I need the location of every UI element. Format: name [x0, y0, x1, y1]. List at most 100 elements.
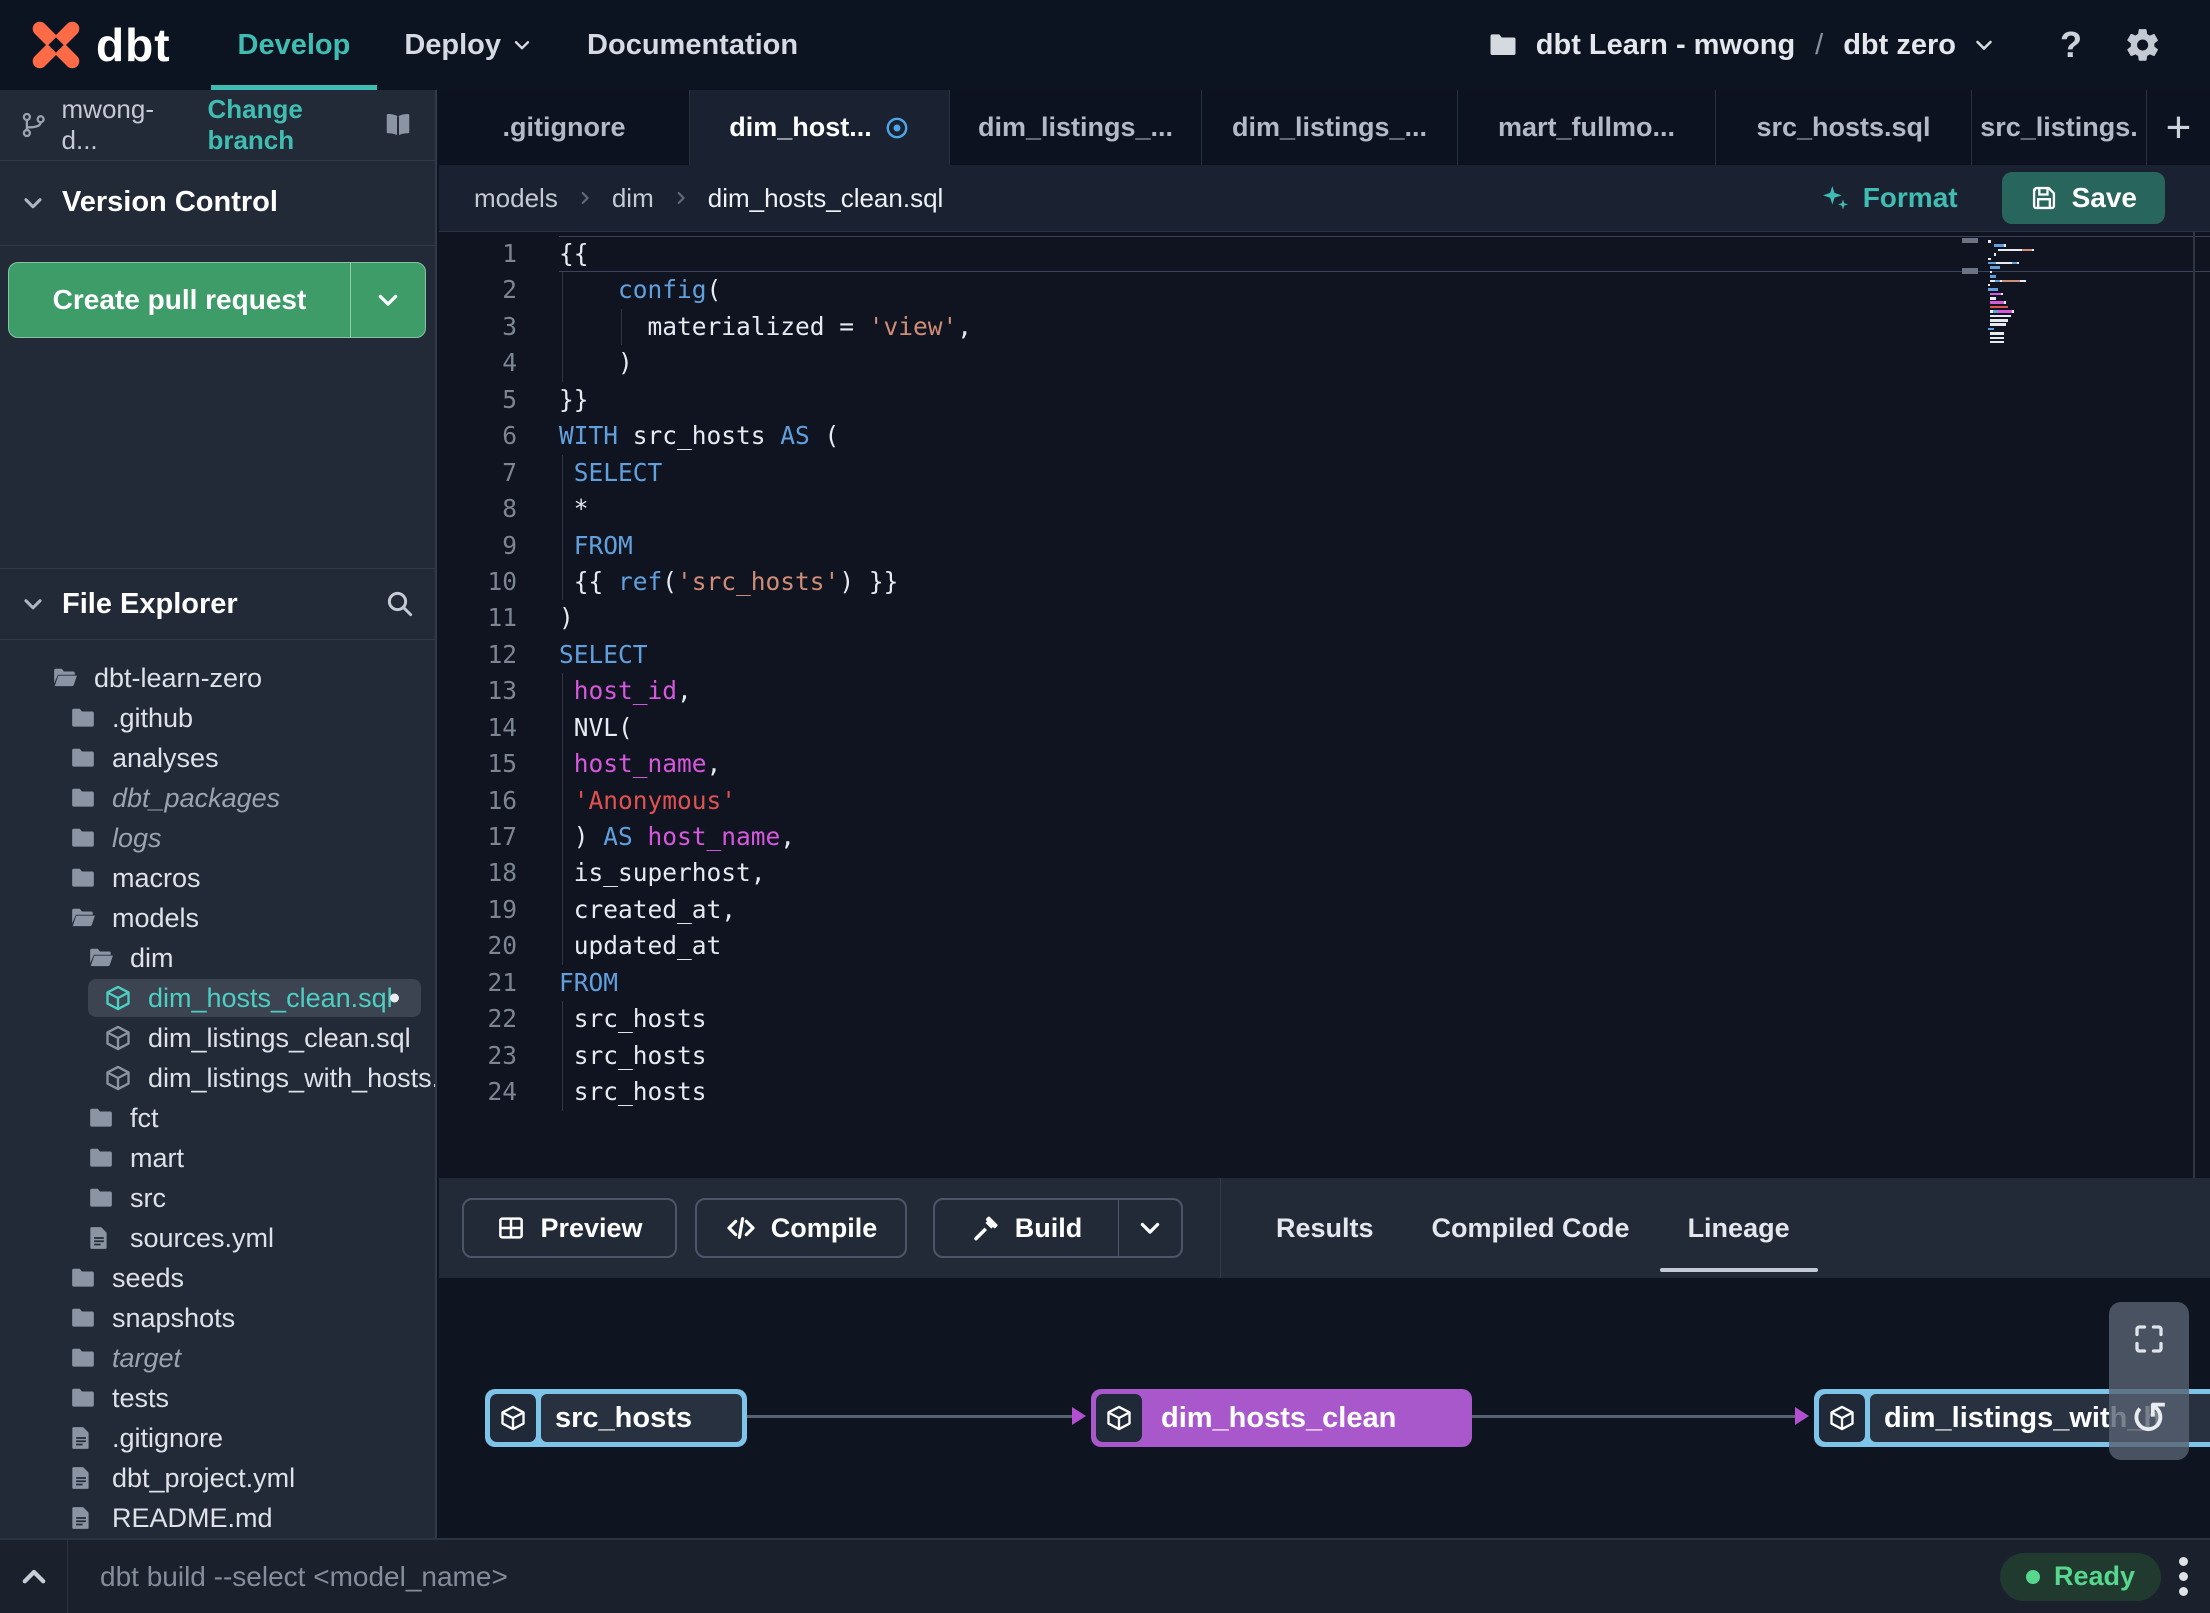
editor-tab-dim-listings[interactable]: dim_listings_... — [950, 90, 1202, 165]
refresh-icon[interactable]: ↺ — [2130, 1395, 2169, 1441]
nav-documentation[interactable]: Documentation — [560, 0, 825, 90]
tree-item-dim-listings-clean-sql[interactable]: dim_listings_clean.sql — [0, 1018, 435, 1058]
build-dropdown[interactable] — [1119, 1200, 1181, 1256]
tree-item-src[interactable]: src — [0, 1178, 435, 1218]
code-line[interactable]: materialized = 'view', — [559, 308, 2210, 346]
new-tab-button[interactable]: + — [2147, 90, 2210, 165]
code-line[interactable]: WITH src_hosts AS ( — [559, 418, 2210, 454]
chevron-down-icon[interactable] — [1972, 33, 1996, 57]
panel-tab-results[interactable]: Results — [1248, 1178, 1402, 1278]
preview-button[interactable]: Preview — [462, 1198, 677, 1258]
code-line[interactable]: * — [559, 491, 2210, 528]
fullscreen-icon[interactable] — [2131, 1321, 2167, 1357]
tree-item-analyses[interactable]: analyses — [0, 738, 435, 778]
file-explorer-header[interactable]: File Explorer — [0, 568, 435, 640]
tree-item-mart[interactable]: mart — [0, 1138, 435, 1178]
lineage-node-dim-hosts-clean[interactable]: dim_hosts_clean — [1091, 1389, 1472, 1447]
tree-item-target[interactable]: target — [0, 1338, 435, 1378]
create-pull-request-dropdown[interactable] — [351, 263, 425, 337]
help-button[interactable]: ? — [2060, 24, 2082, 66]
folder-icon — [68, 785, 98, 811]
code-line[interactable]: }} — [559, 382, 2210, 418]
tree-item-dim-hosts-clean-sql[interactable]: dim_hosts_clean.sql — [0, 978, 435, 1018]
settings-gear-icon[interactable] — [2124, 26, 2162, 64]
panel-tab-compiled-code[interactable]: Compiled Code — [1404, 1178, 1658, 1278]
file-explorer-title: File Explorer — [62, 587, 238, 620]
lineage-graph[interactable]: dim_listings_with_h dim_hosts_clean src_ho… — [439, 1278, 2210, 1538]
code-line[interactable]: host_id, — [559, 673, 2210, 710]
tree-item-dim[interactable]: dim — [0, 938, 435, 978]
editor-tab-src-listings[interactable]: src_listings. — [1972, 90, 2147, 165]
tree-item-github[interactable]: .github — [0, 698, 435, 738]
build-button[interactable]: Build — [935, 1200, 1119, 1256]
account-name[interactable]: dbt Learn - mwong — [1536, 29, 1795, 62]
search-icon[interactable] — [385, 589, 415, 619]
tree-item-dbt-project-yml[interactable]: dbt_project.yml — [0, 1458, 435, 1498]
change-branch-link[interactable]: Change branch — [207, 94, 381, 156]
tree-item-models[interactable]: models — [0, 898, 435, 938]
nav-deploy[interactable]: Deploy — [377, 0, 560, 90]
compile-button[interactable]: Compile — [695, 1198, 907, 1258]
tree-item-dim-listings-with-hosts[interactable]: dim_listings_with_hosts... — [0, 1058, 435, 1098]
docs-book-icon[interactable] — [381, 110, 415, 140]
breadcrumb-segment[interactable]: dim_hosts_clean.sql — [708, 183, 944, 214]
save-button[interactable]: Save — [2001, 172, 2165, 224]
code-line[interactable]: 'Anonymous' — [559, 782, 2210, 819]
code-line[interactable]: host_name, — [559, 746, 2210, 783]
version-control-header[interactable]: Version Control — [0, 160, 435, 246]
code-line[interactable]: src_hosts — [559, 1001, 2210, 1038]
kebab-menu-icon[interactable] — [2179, 1557, 2188, 1596]
tree-item-seeds[interactable]: seeds — [0, 1258, 435, 1298]
tree-item-logs[interactable]: logs — [0, 818, 435, 858]
format-button[interactable]: Format — [1819, 182, 1958, 214]
nav-develop[interactable]: Develop — [210, 0, 378, 90]
code-line[interactable]: is_superhost, — [559, 855, 2210, 892]
code-lines[interactable]: {{ config( materialized = 'view', )}} WIT… — [517, 236, 2210, 1178]
dbt-logo[interactable]: dbt — [30, 18, 171, 72]
create-pull-request-button[interactable]: Create pull request — [9, 263, 351, 337]
code-line[interactable]: SELECT — [559, 454, 2210, 492]
editor-scrollbar[interactable] — [2193, 232, 2195, 1178]
line-number: 12 — [487, 639, 517, 669]
tree-item-dbt-learn-zero[interactable]: dbt-learn-zero — [0, 658, 435, 698]
code-line[interactable]: NVL( — [559, 709, 2210, 747]
tree-item-dbt-packages[interactable]: dbt_packages — [0, 778, 435, 818]
code-line[interactable]: src_hosts — [559, 1074, 2210, 1111]
command-input[interactable]: dbt build --select <model_name> — [100, 1561, 508, 1593]
tree-item-macros[interactable]: macros — [0, 858, 435, 898]
code-line[interactable]: ) — [559, 345, 2210, 382]
breadcrumb-segment[interactable]: models — [474, 183, 558, 214]
tree-item-tests[interactable]: tests — [0, 1378, 435, 1418]
editor-tab-mart-fullmo[interactable]: mart_fullmo... — [1458, 90, 1716, 165]
editor-tab-src-hosts-sql[interactable]: src_hosts.sql — [1716, 90, 1972, 165]
indent-guide — [562, 1074, 563, 1111]
code-line[interactable]: config( — [559, 272, 2210, 309]
tree-item-sources-yml[interactable]: sources.yml — [0, 1218, 435, 1258]
code-line[interactable]: ) — [559, 600, 2210, 636]
code-line[interactable]: FROM — [559, 527, 2210, 564]
minimap[interactable] — [1988, 240, 2048, 345]
indent-guide — [562, 673, 563, 710]
code-line[interactable]: FROM — [559, 965, 2210, 1001]
code-editor[interactable]: 1 2 3 4 5 6 7 8 9 10 11 12 13 14 15 16 17 18 19 20 21 22 23 24 … — [439, 232, 2210, 1178]
editor-tab-dim-listings[interactable]: dim_listings_... — [1202, 90, 1458, 165]
editor-tab-gitignore[interactable]: .gitignore — [439, 90, 690, 165]
editor-tab-dim-host[interactable]: dim_host... — [690, 90, 950, 165]
breadcrumb-segment[interactable]: dim — [612, 183, 654, 214]
code-line[interactable]: {{ ref('src_hosts') }} — [559, 563, 2210, 601]
panel-tab-lineage[interactable]: Lineage — [1659, 1178, 1818, 1278]
code-line[interactable]: updated_at — [559, 928, 2210, 965]
tree-item-snapshots[interactable]: snapshots — [0, 1298, 435, 1338]
tree-item-fct[interactable]: fct — [0, 1098, 435, 1138]
code-line[interactable]: ) AS host_name, — [559, 819, 2210, 856]
code-line[interactable]: src_hosts — [559, 1037, 2210, 1075]
project-name[interactable]: dbt zero — [1843, 29, 1956, 62]
expand-command-bar-button[interactable] — [0, 1540, 68, 1613]
line-number: 7 — [502, 457, 517, 487]
indent-guide — [562, 563, 563, 601]
code-line[interactable]: created_at, — [559, 891, 2210, 929]
tree-item-gitignore[interactable]: .gitignore — [0, 1418, 435, 1458]
code-line[interactable]: SELECT — [559, 637, 2210, 673]
lineage-node-src-hosts[interactable]: src_hosts — [485, 1389, 747, 1447]
tree-item-readme-md[interactable]: README.md — [0, 1498, 435, 1538]
